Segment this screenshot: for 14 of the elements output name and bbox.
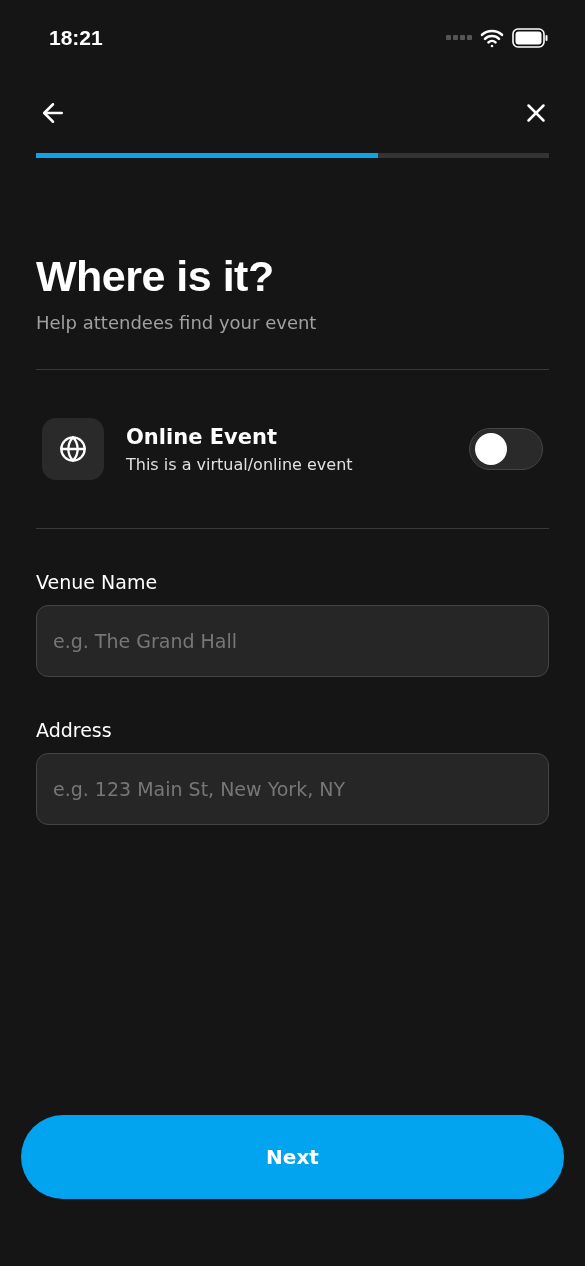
status-time: 18:21 <box>49 25 103 50</box>
signal-icon <box>446 34 472 41</box>
option-title: Online Event <box>126 424 278 449</box>
page-subtitle: Help attendees find your event <box>36 312 318 333</box>
online-toggle[interactable] <box>469 428 543 470</box>
field-label: Venue Name <box>36 571 159 593</box>
globe-icon <box>59 435 87 463</box>
page-title: Where is it? <box>36 251 275 302</box>
input-field[interactable]: e.g. The Grand Hall <box>36 605 549 677</box>
next-button[interactable]: Next <box>21 1115 564 1199</box>
option-description: This is a virtual/online event <box>126 454 354 474</box>
input-field[interactable]: e.g. 123 Main St, New York, NY <box>36 753 549 825</box>
battery-icon <box>512 27 548 48</box>
field-label: Address <box>36 719 113 741</box>
